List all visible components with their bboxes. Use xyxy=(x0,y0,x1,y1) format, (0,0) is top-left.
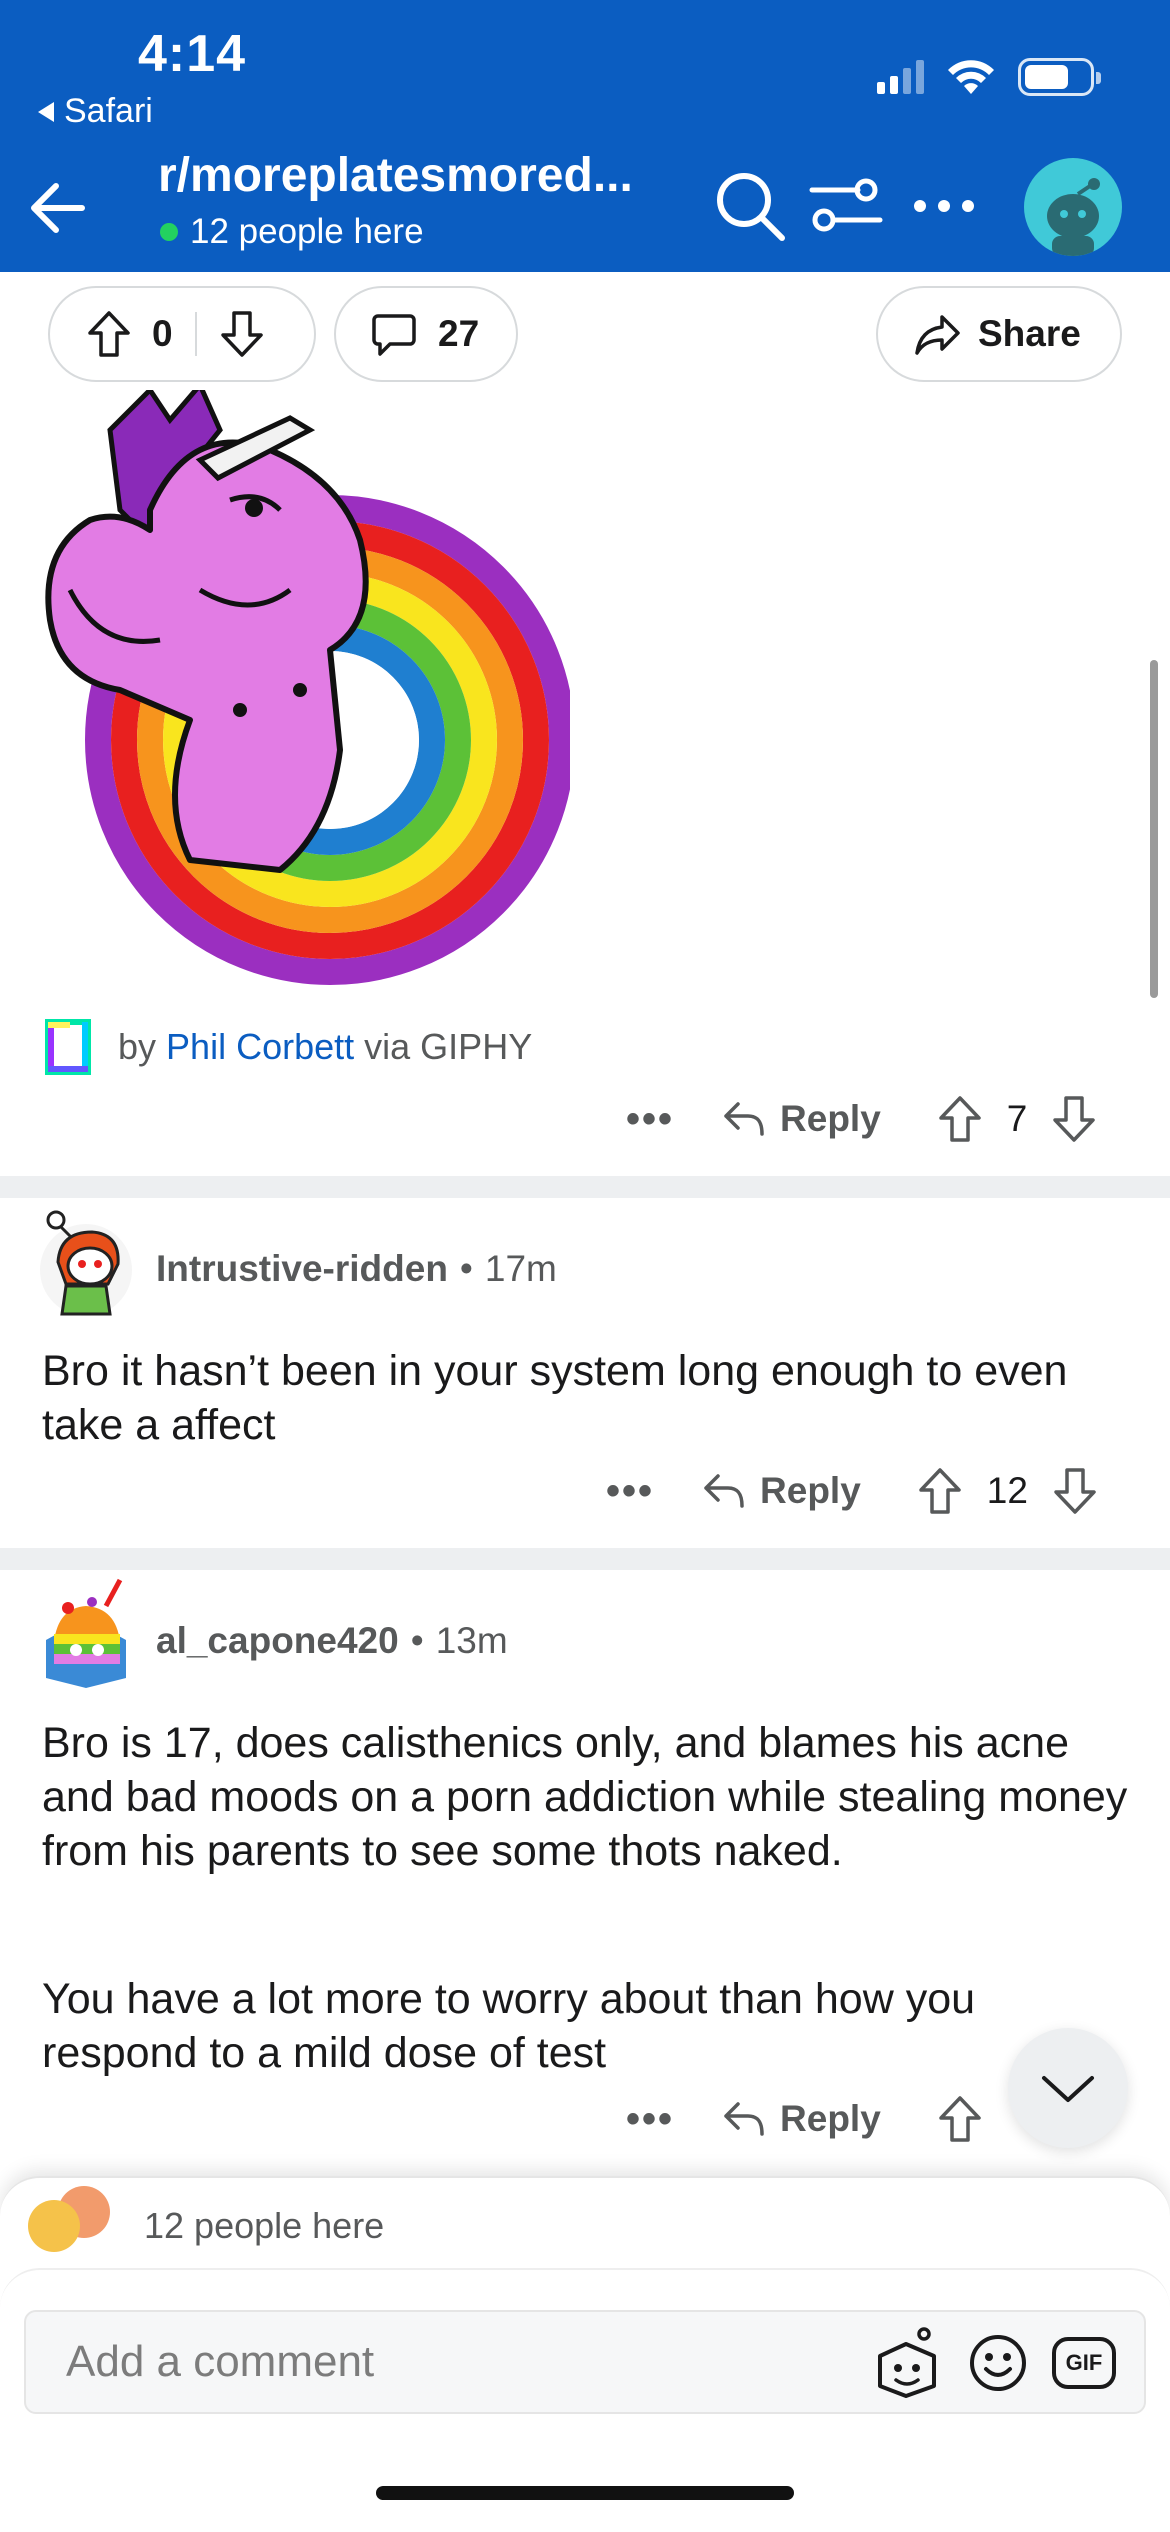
back-to-safari[interactable]: Safari xyxy=(38,92,153,131)
app-header: 4:14 Safari r/moreplatesmored... 12 peop… xyxy=(0,0,1170,272)
reply-label: Reply xyxy=(780,2098,881,2139)
comment-divider xyxy=(0,1176,1170,1198)
post-score: 0 xyxy=(152,313,173,354)
wifi-icon xyxy=(948,60,994,94)
gif-author-link[interactable]: Phil Corbett xyxy=(166,1026,354,1067)
more-options-icon[interactable] xyxy=(904,166,984,246)
comment-username[interactable]: al_capone420 xyxy=(156,1620,399,1662)
chevron-down-icon xyxy=(1042,2076,1094,2102)
reply-label: Reply xyxy=(760,1470,861,1511)
next-comment-button[interactable] xyxy=(1008,2028,1128,2148)
share-button[interactable]: Share xyxy=(876,286,1122,382)
comment-age: 17m xyxy=(484,1248,557,1289)
gif-label: GIF xyxy=(1065,2350,1103,2375)
comment-score: 12 xyxy=(986,1470,1028,1511)
giphy-logo-icon xyxy=(45,1019,91,1075)
back-triangle-icon xyxy=(38,101,54,122)
gif-button[interactable]: GIF xyxy=(1052,2337,1116,2389)
upvote-icon[interactable] xyxy=(937,1094,983,1144)
subreddit-title[interactable]: r/moreplatesmored... xyxy=(158,148,633,203)
post-vote-pill: 0 xyxy=(48,286,316,382)
comment-actions: ••• Reply xyxy=(626,2094,983,2144)
back-arrow-icon[interactable] xyxy=(20,168,100,248)
comment-input-placeholder: Add a comment xyxy=(66,2337,375,2386)
reply-arrow-icon xyxy=(724,1102,764,1136)
comments-button[interactable]: 27 xyxy=(334,286,518,382)
comment-actions: ••• Reply 12 xyxy=(606,1466,1098,1516)
home-indicator xyxy=(376,2486,794,2500)
reply-button[interactable]: Reply xyxy=(722,1098,881,1140)
presence-label: 12 people here xyxy=(144,2205,385,2246)
share-arrow-icon xyxy=(915,315,960,355)
presence-indicator: 12 people here xyxy=(28,2186,385,2252)
giphy-attribution: by Phil Corbett via GIPHY xyxy=(44,1018,532,1076)
reply-label: Reply xyxy=(780,1098,881,1139)
comment-score: 7 xyxy=(1006,1098,1028,1139)
online-count: 12 people here xyxy=(160,212,424,252)
reply-arrow-icon xyxy=(704,1474,744,1508)
bottom-comment-sheet: 12 people here Add a comment GIF xyxy=(0,2176,1170,2532)
search-icon[interactable] xyxy=(710,166,790,246)
comment-header: al_capone420 • 13m xyxy=(156,1620,508,1662)
snoo-avatar-icon[interactable] xyxy=(870,2326,944,2400)
commenter-avatar[interactable] xyxy=(36,1578,136,1688)
battery-icon xyxy=(1018,58,1101,96)
compose-area: Add a comment GIF xyxy=(0,2268,1170,2430)
commenter-avatar[interactable] xyxy=(36,1206,136,1316)
user-avatar[interactable] xyxy=(1024,158,1122,256)
vote-divider xyxy=(194,312,197,356)
comment-actions: ••• Reply 7 xyxy=(626,1094,1097,1144)
scrollbar[interactable] xyxy=(1150,660,1158,998)
downvote-icon[interactable] xyxy=(1051,1094,1097,1144)
online-dot-icon xyxy=(160,223,178,241)
comment-body: Bro it hasn’t been in your system long e… xyxy=(42,1347,1068,1449)
comment-username[interactable]: Intrustive-ridden xyxy=(156,1248,448,1290)
comment-input[interactable]: Add a comment GIF xyxy=(24,2310,1146,2414)
comment-body-paragraph-1: Bro is 17, does calisthenics only, and b… xyxy=(42,1719,1128,1875)
downvote-icon[interactable] xyxy=(1052,1466,1098,1516)
back-app-label: Safari xyxy=(64,92,153,130)
reply-arrow-icon xyxy=(724,2102,764,2136)
reply-button[interactable]: Reply xyxy=(702,1470,861,1512)
status-time: 4:14 xyxy=(138,25,247,83)
giphy-by: by xyxy=(118,1026,157,1067)
share-label: Share xyxy=(978,313,1081,354)
online-label: 12 people here xyxy=(190,212,424,251)
presence-avatar xyxy=(28,2200,80,2252)
comment-count: 27 xyxy=(438,313,480,354)
upvote-icon[interactable] xyxy=(86,309,132,359)
status-icons xyxy=(877,58,1101,96)
comment-divider xyxy=(0,1548,1170,1570)
comment-more-button[interactable]: ••• xyxy=(606,1469,654,1514)
comment-bubble-icon xyxy=(372,314,416,356)
comment-body-paragraph-2: You have a lot more to worry about than … xyxy=(42,1975,976,2077)
downvote-icon[interactable] xyxy=(219,309,265,359)
emoji-icon[interactable] xyxy=(966,2331,1030,2395)
reply-button[interactable]: Reply xyxy=(722,2098,881,2140)
comment-more-button[interactable]: ••• xyxy=(626,1097,674,1142)
filter-sort-icon[interactable] xyxy=(806,166,886,246)
comment-age: 13m xyxy=(435,1620,508,1661)
comment-header: Intrustive-ridden • 17m xyxy=(156,1248,557,1290)
comment-more-button[interactable]: ••• xyxy=(626,2097,674,2142)
upvote-icon[interactable] xyxy=(937,2094,983,2144)
comment-gif[interactable] xyxy=(40,380,575,1000)
giphy-via: via GIPHY xyxy=(364,1026,533,1067)
signal-icon xyxy=(877,60,924,94)
upvote-icon[interactable] xyxy=(917,1466,963,1516)
compose-icons: GIF xyxy=(870,2326,1116,2400)
